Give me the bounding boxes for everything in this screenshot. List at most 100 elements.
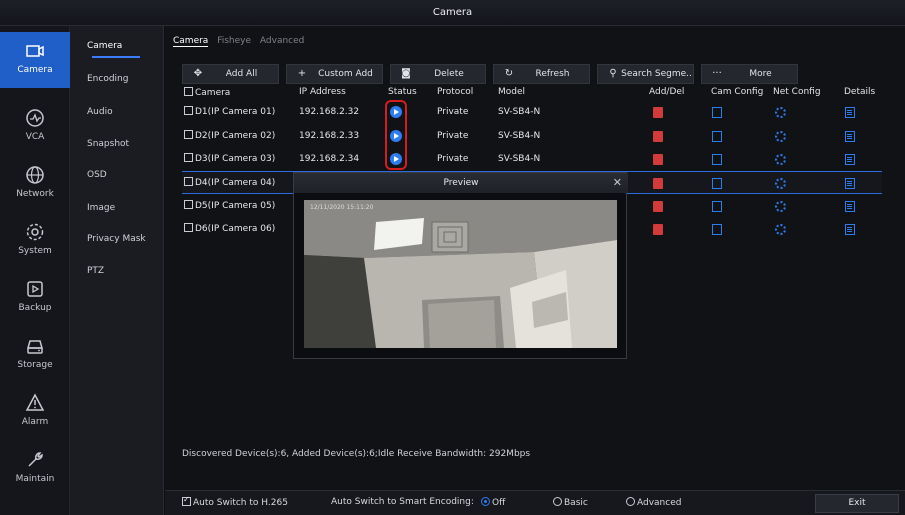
row-checkbox[interactable] [184,177,193,186]
room-scene-image [304,200,617,348]
exit-button[interactable]: Exit [815,494,899,513]
net-config-gear-icon[interactable] [775,178,786,189]
nav-storage[interactable]: Storage [0,327,70,383]
radio-basic-icon[interactable] [553,497,562,506]
delete-button[interactable]: ◙ Delete [390,64,486,84]
row-checkbox[interactable] [184,106,193,115]
preview-title-text: Preview [443,178,479,188]
nav-network-label: Network [16,189,54,199]
smart-basic-radio[interactable]: Basic [553,497,588,508]
search-segment-button[interactable]: ⚲ Search Segme.. [597,64,694,84]
smart-advanced-radio[interactable]: Advanced [626,497,681,508]
globe-icon [26,166,44,184]
auto-h265-checkbox[interactable] [182,495,191,506]
alarm-icon [25,393,45,411]
col-details: Details [844,87,876,97]
delete-icon[interactable] [653,201,663,212]
details-icon[interactable] [845,201,855,212]
submenu-snapshot[interactable]: Snapshot [70,132,164,156]
select-all-checkbox[interactable] [184,87,193,96]
refresh-button[interactable]: ↻ Refresh [493,64,590,84]
table-row[interactable]: D1(IP Camera 01) 192.168.2.32 Private SV… [182,101,882,124]
delete-icon[interactable] [653,178,663,189]
nav-system-label: System [18,246,52,256]
submenu-encoding[interactable]: Encoding [70,67,164,91]
camera-cell: D2(IP Camera 02) [184,125,275,148]
nav-backup[interactable]: Backup [0,270,70,326]
net-config-gear-icon[interactable] [775,107,786,118]
backup-icon [27,281,43,297]
details-icon[interactable] [845,178,855,189]
net-config-gear-icon[interactable] [775,201,786,212]
net-config-gear-icon[interactable] [775,131,786,142]
details-icon[interactable] [845,107,855,118]
edit-icon[interactable] [712,201,722,212]
tab-advanced[interactable]: Advanced [260,36,304,46]
submenu-osd[interactable]: OSD [70,163,164,187]
more-button[interactable]: ··· More [701,64,798,84]
row-checkbox[interactable] [184,223,193,232]
nav-camera[interactable]: Camera [0,32,70,88]
discovery-status-text: Discovered Device(s):6, Added Device(s):… [182,449,531,459]
submenu-camera[interactable]: Camera [70,34,164,58]
net-config-gear-icon[interactable] [775,154,786,165]
add-all-button[interactable]: ✥ Add All [182,64,279,84]
details-icon[interactable] [845,131,855,142]
nav-system[interactable]: System [0,213,70,269]
submenu-audio[interactable]: Audio [70,100,164,124]
nav-maintain[interactable]: Maintain [0,441,70,497]
custom-add-button[interactable]: + Custom Add [286,64,383,84]
table-row[interactable]: D2(IP Camera 02) 192.168.2.33 Private SV… [182,125,882,148]
edit-icon[interactable] [712,178,722,189]
preview-popup: Preview ✕ 12/11/2020 15:11:20 [293,172,628,359]
col-ip: IP Address [299,87,346,97]
smart-off-radio[interactable]: Off [481,497,505,508]
model: SV-SB4-N [498,131,541,141]
submenu-privacy-mask[interactable]: Privacy Mask [70,227,164,251]
delete-icon[interactable] [653,107,663,118]
camera-name: D6(IP Camera 06) [195,224,276,234]
nav-vca[interactable]: VCA [0,99,70,155]
submenu-ptz[interactable]: PTZ [70,259,164,283]
edit-icon[interactable] [712,224,722,235]
col-adddel: Add/Del [649,87,685,97]
radio-advanced-icon[interactable] [626,497,635,506]
custom-add-label: Custom Add [318,69,373,79]
refresh-label: Refresh [535,69,570,79]
edit-icon[interactable] [712,131,722,142]
submenu-image[interactable]: Image [70,196,164,220]
row-checkbox[interactable] [184,130,193,139]
row-checkbox[interactable] [184,153,193,162]
table-row[interactable]: D3(IP Camera 03) 192.168.2.34 Private SV… [182,148,882,171]
col-protocol: Protocol [437,87,474,97]
model: SV-SB4-N [498,107,541,117]
protocol: Private [437,107,469,117]
tab-bar: Camera Fisheye Advanced [173,36,310,52]
nav-alarm-label: Alarm [21,417,49,427]
delete-icon[interactable] [653,154,663,165]
storage-icon [27,340,43,354]
edit-icon[interactable] [712,154,722,165]
tab-camera[interactable]: Camera [173,36,209,47]
smart-encoding-label: Auto Switch to Smart Encoding: [331,497,474,507]
row-checkbox[interactable] [184,200,193,209]
nav-alarm[interactable]: Alarm [0,384,70,440]
search-icon: ⚲ [609,68,617,79]
delete-icon[interactable] [653,131,663,142]
tab-fisheye[interactable]: Fisheye [217,36,251,46]
camera-table-header: Camera IP Address Status Protocol Model … [182,87,882,101]
trash-icon: ◙ [401,68,411,79]
details-icon[interactable] [845,224,855,235]
details-icon[interactable] [845,154,855,165]
vca-icon [26,109,44,127]
auto-h265-option[interactable]: Auto Switch to H.265 [182,495,288,508]
net-config-gear-icon[interactable] [775,224,786,235]
close-icon[interactable]: ✕ [613,173,622,193]
edit-icon[interactable] [712,107,722,118]
camera-name: D2(IP Camera 02) [195,131,276,141]
nav-network[interactable]: Network [0,156,70,212]
radio-off-icon[interactable] [481,497,490,506]
camera-cell: D1(IP Camera 01) [184,101,275,124]
main-nav-rail: Camera VCA Network System Backup Storage… [0,26,70,515]
delete-icon[interactable] [653,224,663,235]
